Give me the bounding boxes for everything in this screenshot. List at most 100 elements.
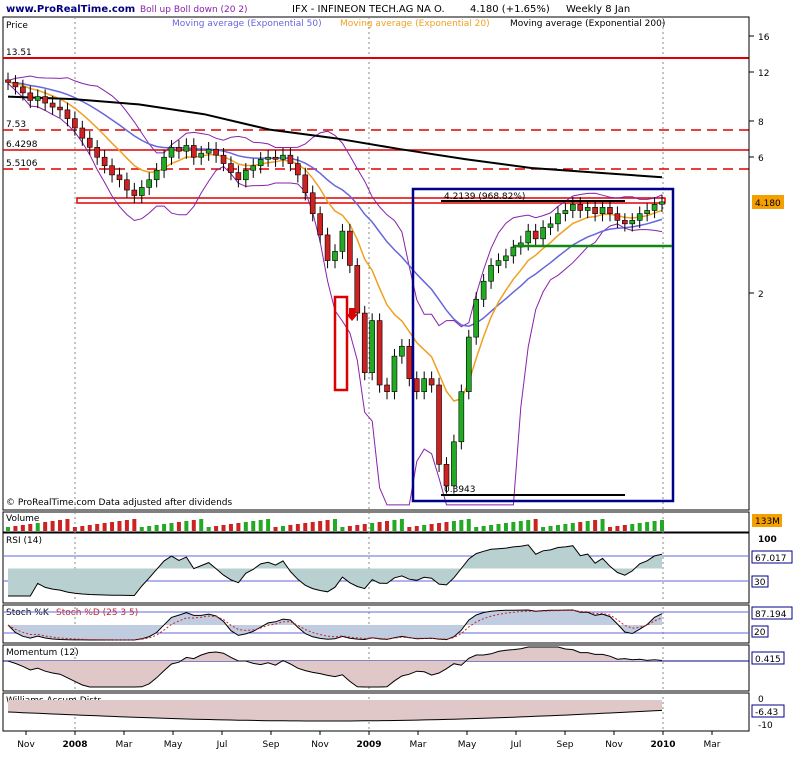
volume-bar [444,522,449,531]
volume-bar [139,527,144,531]
candle [295,163,301,176]
candle [451,441,457,487]
volume-bar [280,526,285,531]
candle [220,154,227,164]
candle [488,265,494,282]
volume-bar [340,527,345,531]
candle [138,187,145,196]
candle [361,312,368,373]
candle [480,280,487,300]
volume-bar [243,522,248,531]
current-price-value: 4.180 [755,199,781,209]
box-top-label: 4.2139 (968.82%) [444,192,525,202]
volume-bar [555,525,560,531]
candle [161,156,167,171]
volume-bar [65,519,70,531]
x-tick-label: Mar [410,740,427,750]
volume-bar [325,520,330,531]
volume-bar [474,527,479,531]
price-panel [2,16,750,511]
volume-bar [117,521,122,531]
candle [183,145,190,152]
candle [101,156,108,167]
candle [347,230,353,266]
x-tick-label: Jul [510,740,522,750]
candle [532,230,539,240]
candle [146,179,153,188]
candle [384,384,390,392]
volume-bar [503,523,508,531]
stoch-level: 20 [754,628,766,638]
candle [116,174,123,181]
momentum-label: Momentum (12) [6,648,79,658]
volume-bar [35,523,40,531]
candle [309,192,316,214]
volume-bar [392,520,397,531]
level-label-5-5106: 5.5106 [6,159,38,169]
candle [659,201,665,205]
candle [57,106,63,111]
candle [131,189,138,196]
volume-bar [511,522,516,531]
volume-bar [303,523,308,531]
volume-bar [318,521,323,531]
candle [503,255,509,261]
y-tick-8: 8 [758,118,764,128]
volume-bar [214,526,219,531]
volume-bar [236,523,241,531]
x-tick-label: Sep [557,740,574,750]
volume-bar [191,520,196,531]
volume-bar [154,525,159,531]
candle [153,169,160,181]
x-tick-label: Nov [17,740,35,750]
y-tick-6: 6 [758,154,764,164]
volume-bar [563,524,568,531]
y-tick-2: 2 [758,290,764,300]
candle [570,203,576,211]
volume-bar [630,524,635,531]
rsi-label: RSI (14) [6,536,42,546]
volume-bar [206,527,211,531]
volume-bar [481,526,486,531]
candle [369,320,375,373]
volume-bar [87,525,92,531]
candle [421,378,427,392]
candle [443,464,450,487]
volume-bar [13,526,18,531]
volume-bar [333,519,337,531]
candle [257,158,264,167]
candle [458,391,465,443]
volume-bar [533,519,538,531]
candle [495,260,502,266]
period-label: Weekly 8 Jan [566,4,630,15]
volume-bar [637,523,642,531]
candle [562,210,569,214]
candle [109,165,115,176]
candle [302,174,309,194]
x-tick-label: May [164,740,183,750]
x-tick-label: 2010 [650,740,675,750]
williams-bottom: -10 [758,721,773,731]
volume-bar [110,522,115,531]
candle [339,230,346,252]
candle [622,220,628,225]
candle [317,213,323,236]
x-tick-label: Mar [116,740,133,750]
volume-bar [660,520,664,531]
momentum-value: 0.415 [755,655,781,665]
volume-bar [184,521,189,531]
volume-bar [43,522,48,531]
volume-bar [518,521,523,531]
volume-bar [347,526,352,531]
chart-title: IFX - INFINEON TECH.AG NA O. [292,4,445,15]
williams-top: 0 [758,695,764,705]
candle [636,213,643,221]
candle [205,148,212,154]
candle [592,207,598,214]
volume-bar [377,522,382,531]
volume-bar [251,521,256,531]
stoch-value: 87.194 [755,610,787,620]
volume-bar [615,526,620,531]
volume-bar [28,524,33,531]
stoch-label-k: Stoch %K [6,608,50,618]
